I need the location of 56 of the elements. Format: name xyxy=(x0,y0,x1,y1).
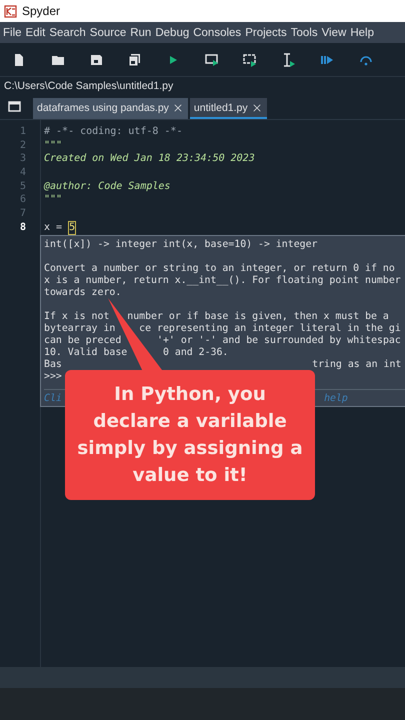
tooltip-text: x is a number, return x.__int__(). For floating point number xyxy=(44,275,401,287)
line-number: 8 xyxy=(20,220,26,234)
tooltip-text: 10. Valid base xyxy=(44,347,128,359)
file-tab[interactable]: dataframes using pandas.py xyxy=(33,98,188,119)
line-number: 6 xyxy=(20,193,26,208)
tooltip-text: Bas xyxy=(44,359,62,371)
menu-item[interactable]: Debug xyxy=(155,26,190,38)
menu-item[interactable]: File xyxy=(3,26,22,38)
code-text: Created on Wed Jan 18 23:34:50 2023 xyxy=(44,153,255,166)
tooltip-text: Convert a number or string to an integer, or return 0 if no xyxy=(44,263,395,275)
code-text: # -*- coding: utf-8 -*- xyxy=(44,126,182,138)
code-text: x = xyxy=(44,222,64,234)
menu-item[interactable]: Search xyxy=(49,26,86,38)
tooltip-text: bytearray in xyxy=(44,323,116,335)
menu-item[interactable]: Source xyxy=(90,26,126,38)
menu-item[interactable]: Help xyxy=(350,26,374,38)
window-title: Spyder xyxy=(22,4,60,18)
line-number: 2 xyxy=(20,138,26,152)
tooltip-text: can be preced xyxy=(44,335,122,347)
line-number: 7 xyxy=(20,207,26,221)
line-number: 4 xyxy=(20,166,26,180)
menu-item[interactable]: Edit xyxy=(26,26,46,38)
code-text: 5 xyxy=(68,220,76,235)
window-pane-icon[interactable] xyxy=(8,101,21,112)
tooltip-text: If x is not xyxy=(44,311,110,323)
file-tab[interactable]: untitled1.py xyxy=(190,98,267,119)
code-text: """ xyxy=(44,140,62,152)
menu-item[interactable]: Projects xyxy=(245,26,287,38)
app-logo-icon xyxy=(4,4,17,18)
tooltip-text: '+' or '-' and be surrounded by whitespac xyxy=(157,335,401,347)
run-cell-icon xyxy=(204,52,218,66)
line-number: 5 xyxy=(20,180,26,194)
tooltip-text: int([x]) -> integer int(x, base=10) -> integer xyxy=(44,239,318,251)
code-text: @author: Code Samples xyxy=(44,180,170,193)
menu-item[interactable]: Tools xyxy=(290,26,318,38)
tooltip-text: 0 and 2-36. xyxy=(162,347,228,359)
tooltip-text: ce representing an integer literal in the gi xyxy=(139,323,401,335)
tooltip-text: towards zero. xyxy=(44,287,122,299)
close-icon[interactable] xyxy=(172,102,184,114)
save-all-icon xyxy=(128,52,142,66)
menu-item[interactable]: View xyxy=(322,26,346,38)
cursor-run-icon xyxy=(282,52,296,66)
run-cell-icon xyxy=(243,52,257,66)
tooltip-text: number or if base is given, then x must be a xyxy=(127,311,389,323)
file-path: C:\Users\Code Samples\untitled1.py xyxy=(4,80,174,92)
close-icon[interactable] xyxy=(250,102,263,114)
tooltip-text: tring as an int xyxy=(312,359,402,371)
file-icon xyxy=(12,52,26,66)
tooltip-text: >>> xyxy=(44,371,62,383)
menu-item[interactable]: Run xyxy=(130,26,152,38)
callout-text: In Python, you declare a varilable simply by assigning a value to it! xyxy=(76,383,304,488)
line-number: 1 xyxy=(20,125,26,139)
line-number: 3 xyxy=(20,152,26,166)
save-icon xyxy=(89,52,103,66)
menu-item[interactable]: Consoles xyxy=(193,26,242,38)
code-text: """ xyxy=(44,194,62,206)
